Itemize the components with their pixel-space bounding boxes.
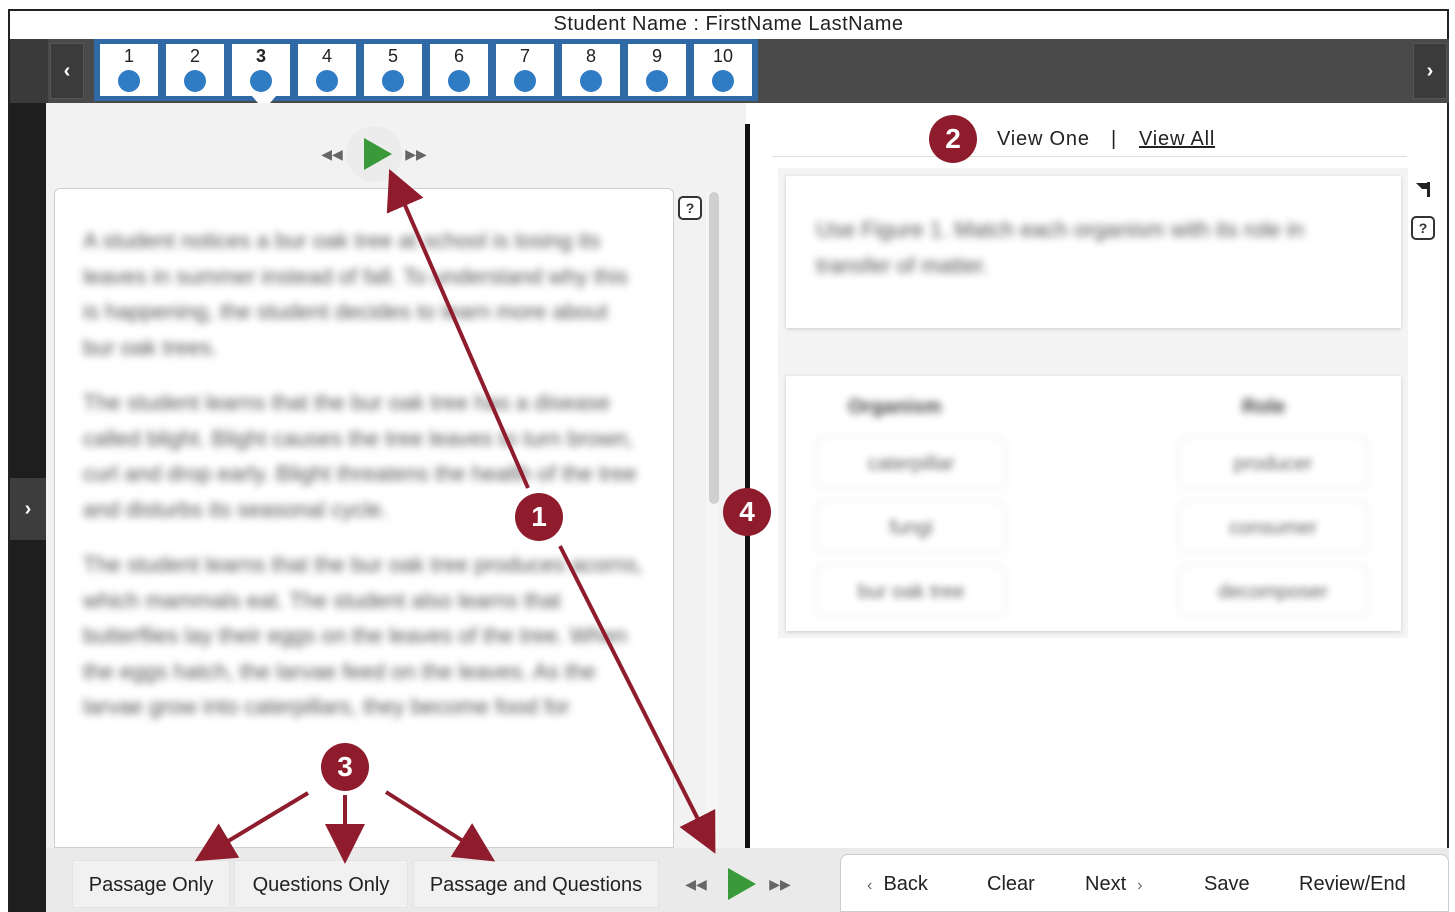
question-tab-6[interactable]: 6 xyxy=(428,42,490,98)
next-button[interactable]: Next › xyxy=(1085,873,1143,896)
play-button[interactable] xyxy=(710,856,766,912)
rewind-icon[interactable]: ◀◀ xyxy=(318,146,346,163)
passage-only-button[interactable]: Passage Only xyxy=(72,860,230,908)
question-tab-number: 10 xyxy=(712,46,734,66)
question-tab-8[interactable]: 8 xyxy=(560,42,622,98)
rewind-icon[interactable]: ◀◀ xyxy=(682,876,710,893)
nav-left-strip xyxy=(10,39,48,103)
role-item[interactable]: consumer xyxy=(1178,500,1368,552)
prev-questions-button[interactable]: ‹ xyxy=(50,43,84,99)
questions-only-button[interactable]: Questions Only xyxy=(234,860,408,908)
role-item[interactable]: producer xyxy=(1178,436,1368,488)
panel-divider[interactable] xyxy=(745,124,750,848)
review-end-button[interactable]: Review/End xyxy=(1299,873,1406,896)
callout-4: 4 xyxy=(723,488,771,536)
flag-icon[interactable] xyxy=(1414,180,1432,198)
next-questions-button[interactable]: › xyxy=(1413,43,1447,99)
organism-item[interactable]: bur oak tree xyxy=(816,564,1006,616)
question-tab-number: 8 xyxy=(585,46,596,66)
question-tab-10[interactable]: 10 xyxy=(692,42,754,98)
question-tab-number: 3 xyxy=(255,46,266,66)
passage-paragraph: The student learns that the bur oak tree… xyxy=(83,390,637,522)
question-tab-2[interactable]: 2 xyxy=(164,42,226,98)
play-button[interactable] xyxy=(346,126,402,182)
question-tab-number: 4 xyxy=(321,46,332,66)
unanswered-dot-icon xyxy=(118,70,140,92)
left-rail: › xyxy=(10,103,46,912)
question-audio-controls: ◀◀ ▶▶ xyxy=(682,856,794,912)
question-tabs: 1 2 3 4 5 6 7 8 9 10 xyxy=(94,39,758,110)
fast-forward-icon[interactable]: ▶▶ xyxy=(402,146,430,163)
question-help-icon[interactable]: ? xyxy=(1411,216,1435,240)
question-tab-5[interactable]: 5 xyxy=(362,42,424,98)
passage-text: A student notices a bur oak tree at scho… xyxy=(83,223,645,725)
question-tab-7[interactable]: 7 xyxy=(494,42,556,98)
student-name-header: Student Name : FirstName LastName xyxy=(553,13,904,35)
clear-button[interactable]: Clear xyxy=(987,873,1035,896)
passage-paragraph: A student notices a bur oak tree at scho… xyxy=(83,228,628,360)
question-tab-number: 5 xyxy=(387,46,398,66)
back-button[interactable]: ‹ Back xyxy=(867,873,928,896)
question-stem-box: Use Figure 1. Match each organism with i… xyxy=(786,176,1401,328)
callout-3: 3 xyxy=(321,743,369,791)
role-item[interactable]: decomposer xyxy=(1178,564,1368,616)
question-tab-1[interactable]: 1 xyxy=(98,42,160,98)
view-one-option[interactable]: View One xyxy=(997,128,1090,151)
view-toggle: View One | View All xyxy=(772,124,1407,157)
unanswered-dot-icon xyxy=(646,70,668,92)
organism-item[interactable]: fungi xyxy=(816,500,1006,552)
role-column-header: Role xyxy=(1242,396,1286,418)
unanswered-dot-icon xyxy=(250,70,272,92)
passage-text-box: A student notices a bur oak tree at scho… xyxy=(54,188,674,848)
chevron-right-icon: › xyxy=(1137,877,1143,894)
unanswered-dot-icon xyxy=(448,70,470,92)
unanswered-dot-icon xyxy=(580,70,602,92)
passage-paragraph: The student learns that the bur oak tree… xyxy=(83,552,644,719)
question-tab-number: 1 xyxy=(123,46,134,66)
expand-panel-button[interactable]: › xyxy=(10,478,46,540)
unanswered-dot-icon xyxy=(382,70,404,92)
question-tab-number: 6 xyxy=(453,46,464,66)
matching-table: Organism Role caterpillar fungi bur oak … xyxy=(786,376,1401,631)
chevron-left-icon: ‹ xyxy=(867,877,873,894)
question-stem: Use Figure 1. Match each organism with i… xyxy=(816,217,1304,278)
unanswered-dot-icon xyxy=(514,70,536,92)
organism-column-header: Organism xyxy=(848,396,942,418)
next-label: Next xyxy=(1085,873,1127,895)
question-tab-3-active[interactable]: 3 xyxy=(230,42,292,110)
unanswered-dot-icon xyxy=(184,70,206,92)
passage-and-questions-button[interactable]: Passage and Questions xyxy=(413,860,659,908)
passage-scrollbar-thumb[interactable] xyxy=(709,192,719,504)
unanswered-dot-icon xyxy=(712,70,734,92)
question-tab-number: 7 xyxy=(519,46,530,66)
callout-2: 2 xyxy=(929,115,977,163)
organism-item[interactable]: caterpillar xyxy=(816,436,1006,488)
view-all-link[interactable]: View All xyxy=(1139,128,1215,151)
back-label: Back xyxy=(883,873,928,895)
question-tab-4[interactable]: 4 xyxy=(296,42,358,98)
fast-forward-icon[interactable]: ▶▶ xyxy=(766,876,794,893)
question-nav-bar: ‹ 1 2 3 4 5 6 7 8 9 10 › xyxy=(10,39,1449,110)
passage-help-icon[interactable]: ? xyxy=(678,196,702,220)
view-separator: | xyxy=(1111,128,1117,150)
unanswered-dot-icon xyxy=(316,70,338,92)
question-tab-number: 2 xyxy=(189,46,200,66)
passage-audio-controls: ◀◀ ▶▶ xyxy=(318,126,430,182)
navigation-buttons: ‹ Back Clear Next › Save Review/End xyxy=(840,854,1449,912)
question-tab-number: 9 xyxy=(651,46,662,66)
save-button[interactable]: Save xyxy=(1204,873,1250,896)
callout-1: 1 xyxy=(515,493,563,541)
question-tab-9[interactable]: 9 xyxy=(626,42,688,98)
